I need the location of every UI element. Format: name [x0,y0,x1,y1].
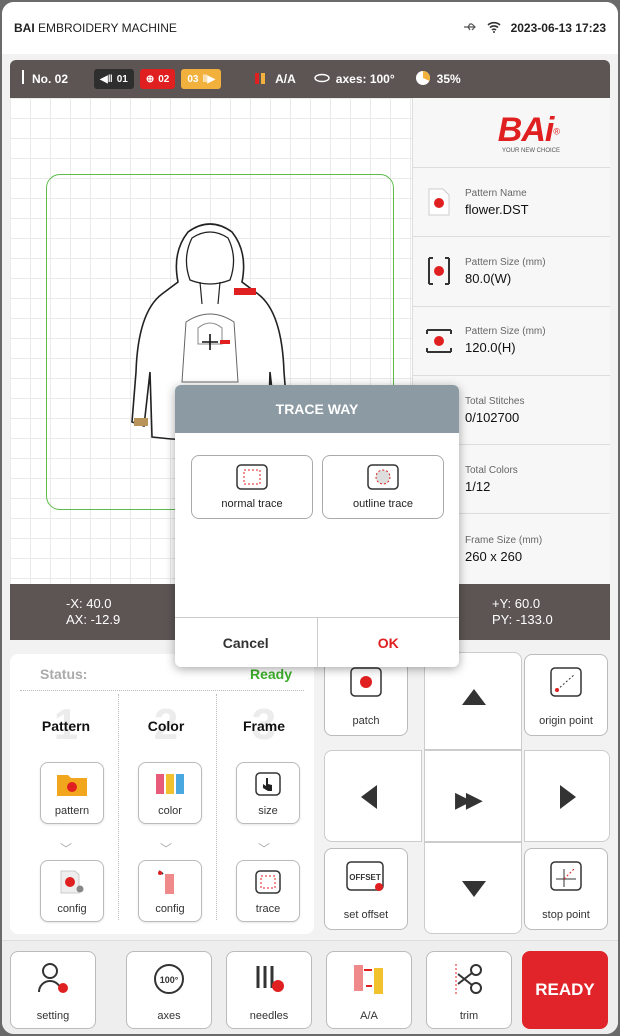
folder-icon [54,769,90,799]
app-frame: BAI EMBROIDERY MACHINE 2023-06-13 17:23 … [2,2,618,1034]
stop-point-button[interactable]: stop point [524,848,608,930]
usb-icon [463,21,477,35]
stop-point-icon [550,861,582,894]
wifi-icon [487,21,501,36]
outline-trace-icon [367,464,399,493]
thread-swap-icon [350,962,388,999]
needle-icon [20,69,26,89]
hand-pointer-icon [250,769,286,799]
bottom-toolbar: setting 100° axes needles A/A trim READY [2,940,618,1034]
trim-button[interactable]: trim [426,951,512,1029]
height-frame-icon [425,324,453,358]
set-offset-button[interactable]: OFFSET set offset [324,848,408,930]
user-gear-icon [36,962,70,999]
outline-trace-option[interactable]: outline trace [322,455,444,519]
needles-button[interactable]: needles [226,951,312,1029]
aa-mode: A/A [275,72,296,86]
pattern-config-icon [54,867,90,897]
normal-trace-icon [236,464,268,493]
datetime: 2023-06-13 17:23 [510,21,606,35]
axes-icon [314,72,330,86]
offset-icon: OFFSET [346,861,386,894]
app-title: BAI EMBROIDERY MACHINE [14,21,177,35]
arrow-up-icon [462,689,486,705]
color-config-button[interactable]: config [138,860,202,922]
current-needle-chip[interactable]: ⊕ 02 [139,69,176,89]
arrow-left-icon [361,785,377,809]
next-needle-chip[interactable]: 03 ‖▶ [181,69,222,89]
size-button[interactable]: size [236,762,300,824]
info-pattern-width: Pattern Size (mm) 80.0(W) [413,237,610,307]
needles-icon [252,962,286,999]
spools-icon [152,769,188,799]
scissors-icon [452,962,486,999]
py-coordinate: PY: -133.0 [492,612,553,627]
chevron-down-icon: ﹀ [59,842,72,856]
ok-button[interactable]: OK [318,618,460,667]
svg-text:OFFSET: OFFSET [349,873,381,882]
move-left-button[interactable] [324,750,422,842]
origin-point-icon [550,667,582,700]
trace-button[interactable]: trace [236,860,300,922]
system-status-bar: BAI EMBROIDERY MACHINE 2023-06-13 17:23 [2,2,618,54]
thread-icon [253,70,269,89]
svg-text:100°: 100° [160,975,179,985]
ax-coordinate: AX: -12.9 [66,612,121,627]
next-icon: ‖▶ [202,73,216,85]
axes-value: axes: 100° [335,72,395,86]
trace-way-dialog: TRACE WAY normal trace outline trace Can… [175,385,459,667]
progress-pie-icon [415,70,431,89]
spool-config-icon [152,867,188,897]
setting-button[interactable]: setting [10,951,96,1029]
dialog-title: TRACE WAY [175,385,459,433]
pattern-config-button[interactable]: config [40,860,104,922]
chevron-down-icon: ﹀ [257,842,270,856]
ready-button[interactable]: READY [522,951,608,1029]
move-down-button[interactable] [424,842,522,934]
width-frame-icon [425,254,453,288]
y-coordinate: +Y: 60.0 [492,596,541,611]
chevron-down-icon: ﹀ [159,842,172,856]
pattern-file-icon [425,185,453,219]
machine-info-bar: No. 02 ◀‖ 01 ⊕ 02 03 ‖▶ A/A axes: 100° 35% [10,60,610,98]
brand-logo: BAi® YOUR NEW CHOICE [413,98,610,168]
patch-icon [350,667,382,700]
color-button[interactable]: color [138,762,202,824]
x-coordinate: -X: 40.0 [66,596,112,611]
trace-frame-icon [250,867,286,897]
normal-trace-option[interactable]: normal trace [191,455,313,519]
workflow-panel: Status: Ready 1 Pattern 2 Color 3 Frame pat… [10,654,314,934]
target-icon: ⊕ [145,73,155,85]
status-label: Status: [40,666,88,682]
info-pattern-name: Pattern Name flower.DST [413,168,610,238]
aa-button[interactable]: A/A [326,951,412,1029]
origin-point-button[interactable]: origin point [524,654,608,736]
info-pattern-height: Pattern Size (mm) 120.0(H) [413,307,610,376]
arrow-right-icon [560,785,576,809]
progress-value: 35% [436,72,461,86]
pattern-button[interactable]: pattern [40,762,104,824]
fast-forward-icon: ▶▶ [455,787,483,812]
previous-needle-chip[interactable]: ◀‖ 01 [94,69,134,89]
axes-button[interactable]: 100° axes [126,951,212,1029]
fast-forward-button[interactable]: ▶▶ [424,750,522,842]
cancel-button[interactable]: Cancel [175,618,318,667]
status-value: Ready [249,666,292,682]
move-right-button[interactable] [524,750,610,842]
machine-number: No. 02 [32,72,69,86]
rotate-icon: 100° [150,962,188,999]
prev-icon: ◀‖ [100,73,113,85]
arrow-down-icon [462,881,486,897]
